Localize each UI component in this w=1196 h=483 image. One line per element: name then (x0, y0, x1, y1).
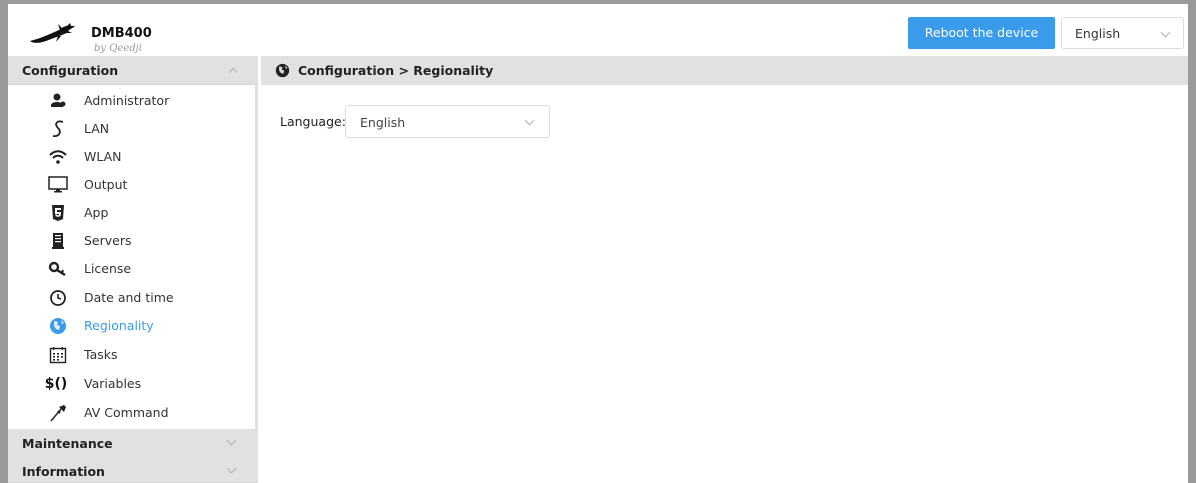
language-select[interactable]: English (345, 105, 550, 138)
sidebar-item-regionality[interactable]: Regionality (8, 312, 258, 340)
sidebar-item-label: Regionality (84, 318, 154, 333)
sidebar-item-label: Variables (84, 376, 142, 391)
sidebar-item-date-and-time[interactable]: Date and time (8, 284, 258, 312)
sidebar-item-servers[interactable]: Servers (8, 227, 258, 255)
language-value: English (360, 115, 406, 130)
section-label: Maintenance (22, 436, 113, 451)
sidebar-item-variables[interactable]: $() Variables (8, 370, 258, 398)
sidebar-item-label: App (84, 205, 109, 220)
sidebar-item-label: LAN (84, 121, 110, 136)
chevron-up-icon (228, 67, 238, 77)
key-icon (48, 259, 68, 279)
sidebar: Configuration Administrator LAN WLAN Out… (8, 56, 258, 483)
sidebar-item-label: Tasks (84, 347, 118, 362)
app-name: DMB400 (91, 26, 152, 41)
section-label: Information (22, 464, 105, 479)
chevron-down-icon (226, 435, 237, 446)
section-maintenance[interactable]: Maintenance (8, 429, 258, 458)
lizard-logo-icon (30, 23, 75, 43)
sidebar-item-lan[interactable]: LAN (8, 115, 258, 143)
sidebar-item-wlan[interactable]: WLAN (8, 143, 258, 171)
av-command-icon (48, 403, 68, 423)
main-content: Configuration > Regionality Language: En… (261, 56, 1188, 483)
clock-icon (48, 288, 68, 308)
sidebar-item-administrator[interactable]: Administrator (8, 87, 258, 115)
globe-icon (48, 316, 68, 336)
breadcrumb: Configuration > Regionality (261, 56, 1188, 85)
language-label: Language: (280, 114, 346, 129)
sidebar-item-output[interactable]: Output (8, 171, 258, 199)
sidebar-item-app[interactable]: App (8, 199, 258, 227)
sidebar-item-license[interactable]: License (8, 255, 258, 283)
header-language-select[interactable]: English (1061, 17, 1184, 49)
wifi-icon (48, 147, 68, 167)
server-icon (48, 231, 68, 251)
sidebar-item-label: AV Command (84, 405, 169, 420)
chevron-down-icon (1160, 27, 1171, 38)
sidebar-item-label: Servers (84, 233, 132, 248)
html5-icon (48, 203, 68, 223)
sidebar-item-label: Output (84, 177, 128, 192)
section-information[interactable]: Information (8, 457, 258, 483)
breadcrumb-text: Configuration > Regionality (298, 63, 494, 78)
logo: DMB400 by Qeedji (28, 14, 152, 54)
sidebar-item-tasks[interactable]: Tasks (8, 341, 258, 369)
globe-icon (275, 63, 290, 78)
sidebar-item-label: License (84, 261, 132, 276)
lan-icon (48, 119, 68, 139)
chevron-down-icon (524, 115, 535, 126)
calendar-icon (48, 345, 68, 365)
sidebar-item-label: Administrator (84, 93, 170, 108)
chevron-down-icon (226, 463, 237, 474)
sidebar-item-label: Date and time (84, 290, 174, 305)
reboot-button[interactable]: Reboot the device (908, 17, 1055, 49)
monitor-icon (48, 175, 68, 195)
sidebar-item-av-command[interactable]: AV Command (8, 399, 258, 427)
header-language-value: English (1075, 26, 1121, 41)
section-label: Configuration (22, 63, 119, 78)
administrator-icon (48, 91, 68, 111)
section-configuration[interactable]: Configuration (8, 56, 258, 85)
sidebar-item-label: WLAN (84, 149, 122, 164)
header: DMB400 by Qeedji Reboot the device Engli… (8, 4, 1188, 56)
app-subtitle: by Qeedji (94, 43, 142, 54)
variables-icon: $() (44, 376, 68, 392)
